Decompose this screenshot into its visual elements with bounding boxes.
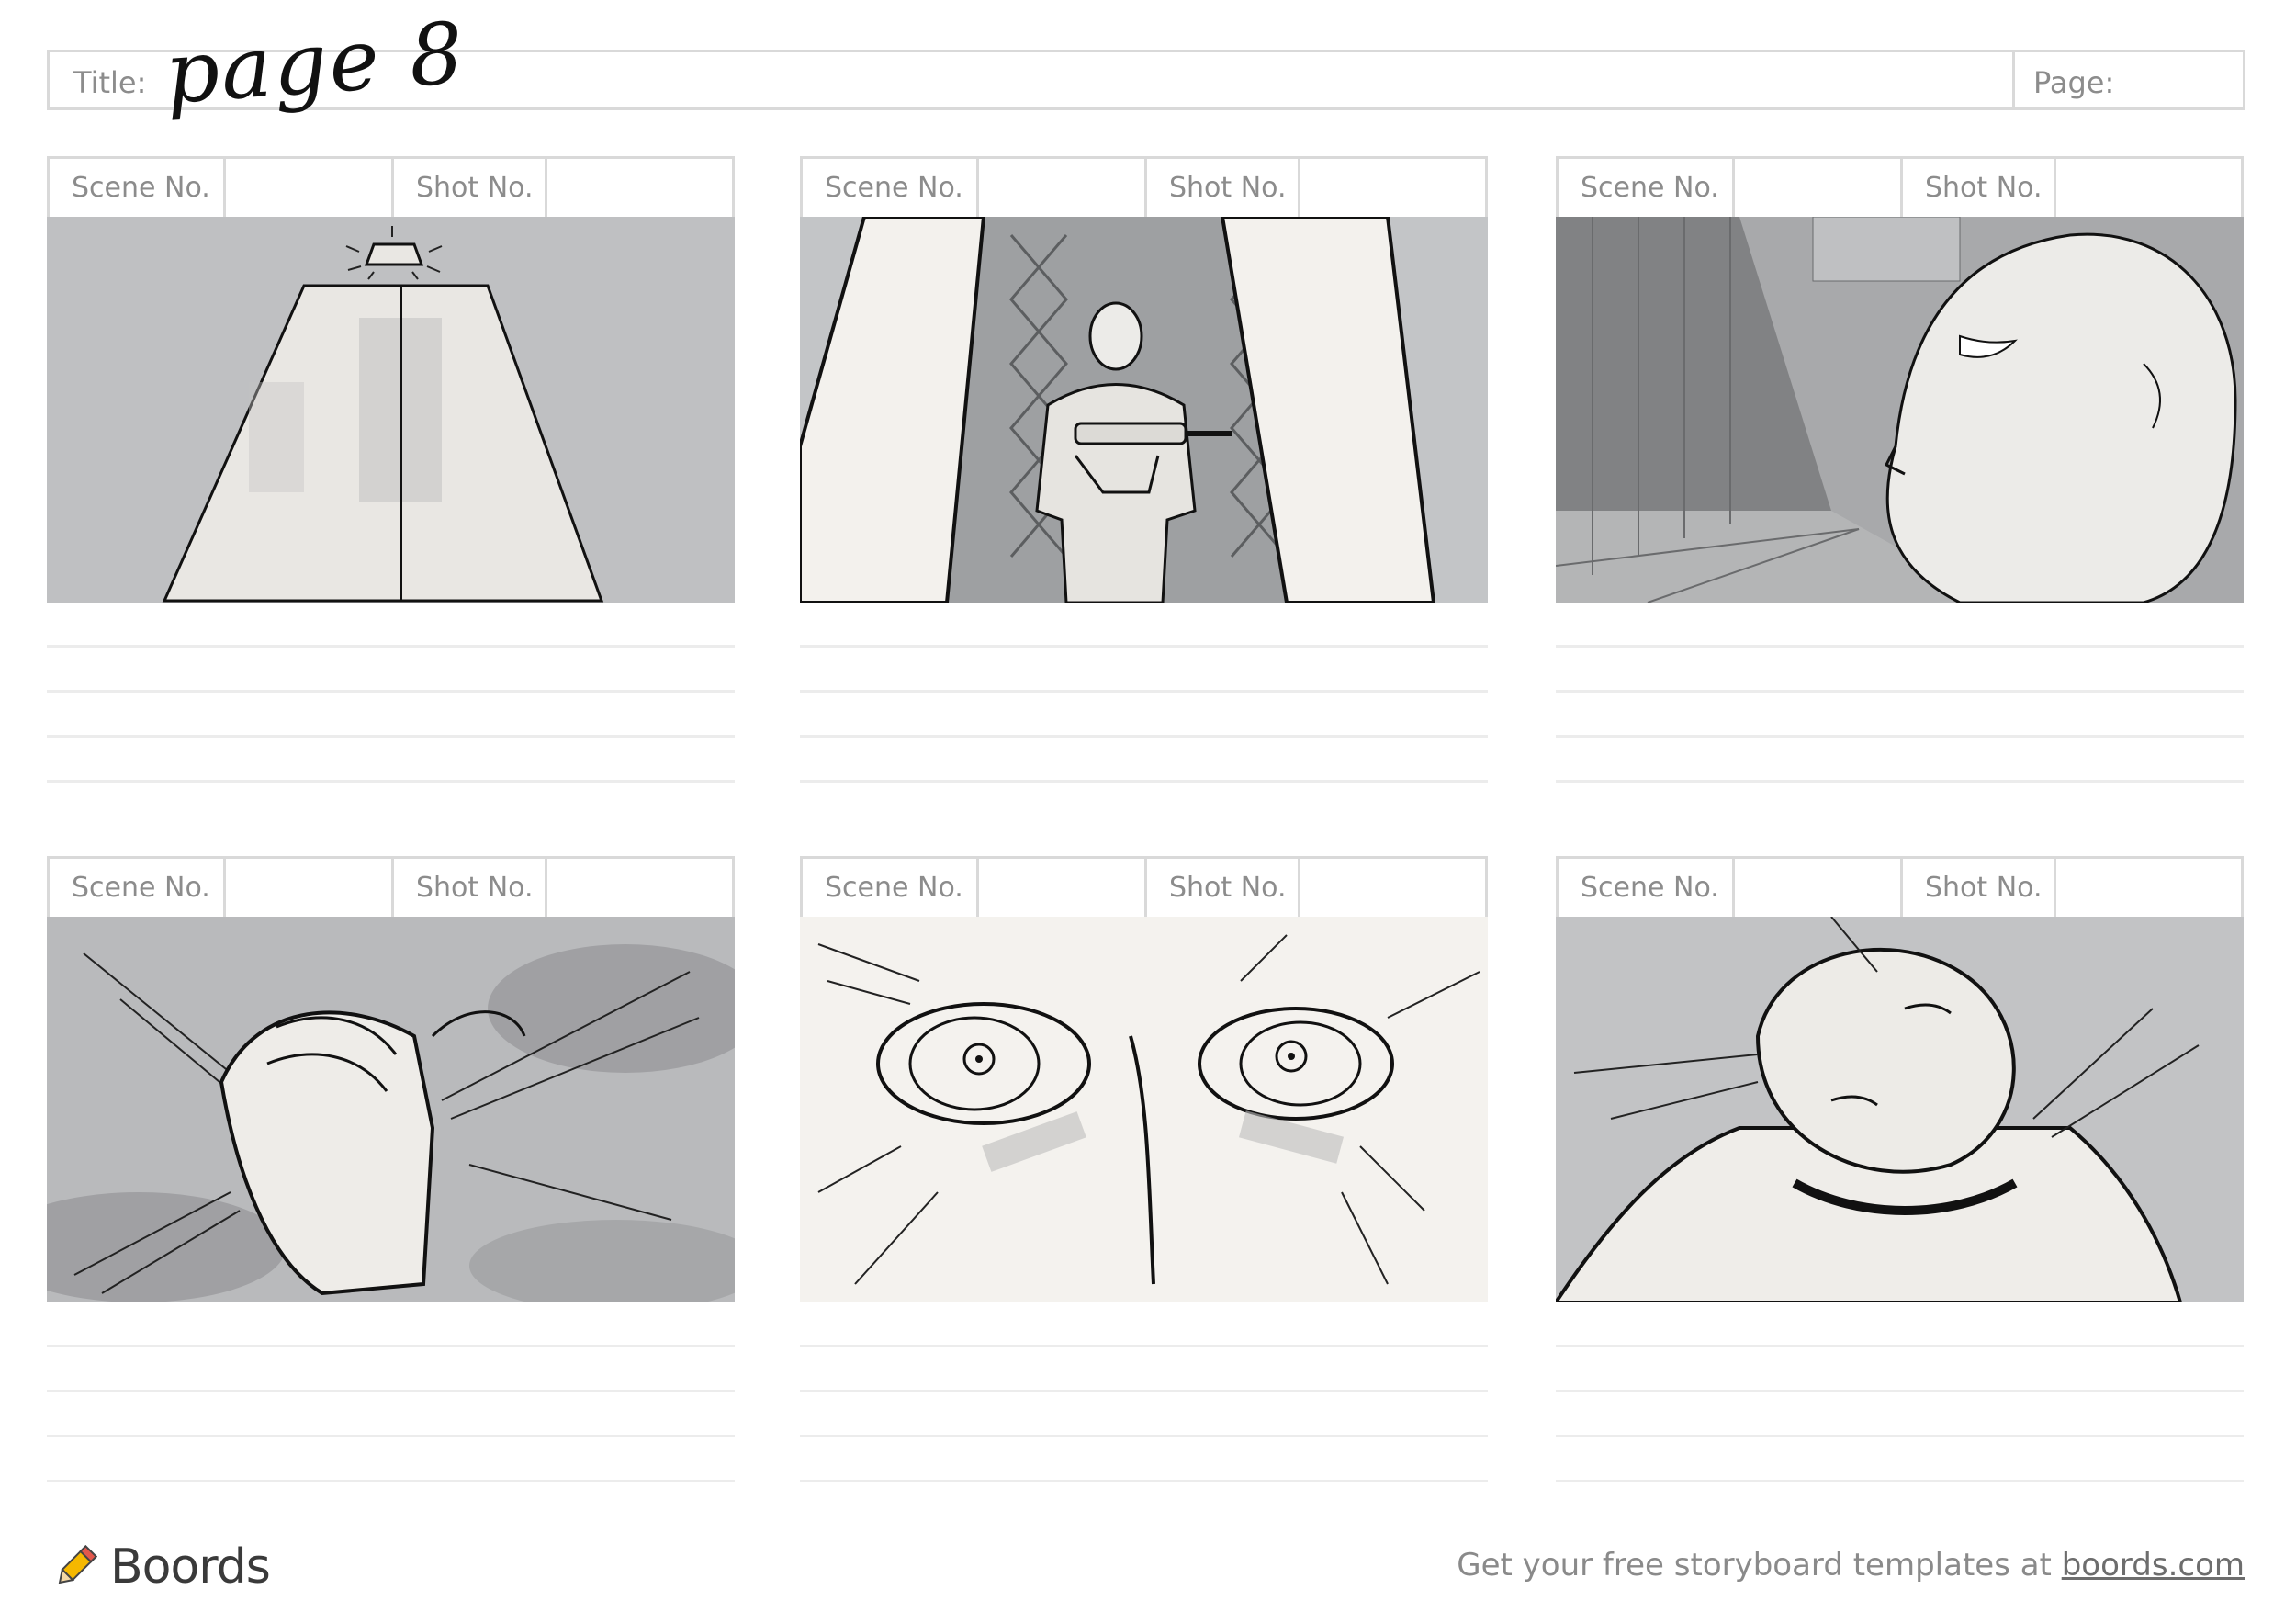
panel-header: Scene No. Shot No. (1556, 156, 2244, 217)
scene-label-cell: Scene No. (803, 159, 979, 217)
notes-lines[interactable] (800, 1345, 1488, 1482)
shot-label-cell: Shot No. (1903, 159, 2056, 217)
storyboard-panel-2: Scene No. Shot No. (800, 156, 1488, 783)
shot-label-cell: Shot No. (394, 159, 547, 217)
panel-header: Scene No. Shot No. (1556, 856, 2244, 917)
title-label: Title: (73, 65, 147, 100)
scene-label: Scene No. (825, 172, 963, 204)
shot-label: Shot No. (1169, 872, 1287, 904)
panel-header: Scene No. Shot No. (47, 156, 735, 217)
scene-label-cell: Scene No. (50, 159, 226, 217)
panel-header: Scene No. Shot No. (800, 156, 1488, 217)
shot-label: Shot No. (1925, 172, 2043, 204)
panel-header: Scene No. Shot No. (800, 856, 1488, 917)
shot-number-field[interactable] (2056, 859, 2241, 917)
shot-label-cell: Shot No. (1147, 859, 1300, 917)
notes-lines[interactable] (800, 645, 1488, 783)
scene-number-field[interactable] (1735, 859, 1903, 917)
scene-number-field[interactable] (979, 159, 1147, 217)
pencil-icon (58, 1544, 98, 1584)
scene-label-cell: Scene No. (1559, 159, 1735, 217)
notes-lines[interactable] (47, 645, 735, 783)
shot-number-field[interactable] (1300, 159, 1485, 217)
shot-number-field[interactable] (547, 159, 732, 217)
page-field[interactable]: Page: (2015, 52, 2243, 107)
scene-label-cell: Scene No. (50, 859, 226, 917)
title-bar: Title: page 8 Page: (47, 4, 2245, 123)
scene-number-field[interactable] (226, 159, 394, 217)
shot-number-field[interactable] (547, 859, 732, 917)
scene-label-cell: Scene No. (803, 859, 979, 917)
storyboard-panel-1: Scene No. Shot No. (47, 156, 735, 783)
shot-label-cell: Shot No. (1147, 159, 1300, 217)
scene-label: Scene No. (1581, 872, 1719, 904)
brand-name: Boords (110, 1539, 271, 1595)
panel-sketch-head-knocked-back (1556, 917, 2244, 1302)
notes-lines[interactable] (47, 1345, 735, 1482)
shot-label: Shot No. (416, 872, 534, 904)
scene-number-field[interactable] (1735, 159, 1903, 217)
boords-link[interactable]: boords.com (2062, 1547, 2245, 1584)
shot-label-cell: Shot No. (394, 859, 547, 917)
panel-sketch-locker-room-profile (1556, 217, 2244, 603)
panel-sketch-punch (47, 917, 735, 1302)
title-field[interactable]: Title: page 8 (50, 4, 2015, 123)
scene-label: Scene No. (825, 872, 963, 904)
page-label: Page: (2033, 65, 2115, 100)
footer-promo: Get your free storyboard templates at bo… (1457, 1547, 2245, 1584)
title-handwritten-value: page 8 (162, 4, 468, 123)
notes-lines[interactable] (1556, 1345, 2244, 1482)
shot-label: Shot No. (1169, 172, 1287, 204)
storyboard-panel-5: Scene No. Shot No. (800, 856, 1488, 1482)
scene-label: Scene No. (1581, 172, 1719, 204)
shot-label-cell: Shot No. (1903, 859, 2056, 917)
scene-label: Scene No. (72, 172, 210, 204)
scene-number-field[interactable] (979, 859, 1147, 917)
panel-sketch-armed-guard (800, 217, 1488, 603)
scene-label: Scene No. (72, 872, 210, 904)
storyboard-panel-4: Scene No. Shot No. (47, 856, 735, 1482)
shot-number-field[interactable] (2056, 159, 2241, 217)
panel-sketch-corridor-light (47, 217, 735, 603)
storyboard-panel-3: Scene No. Shot No. (1556, 156, 2244, 783)
panel-sketch-eyes-closeup (800, 917, 1488, 1302)
footer-tagline: Get your free storyboard templates at (1457, 1547, 2052, 1584)
storyboard-panel-6: Scene No. Shot No. (1556, 856, 2244, 1482)
shot-label: Shot No. (416, 172, 534, 204)
boords-logo[interactable]: Boords (50, 1539, 271, 1595)
scene-number-field[interactable] (226, 859, 394, 917)
notes-lines[interactable] (1556, 645, 2244, 783)
shot-label: Shot No. (1925, 872, 2043, 904)
shot-number-field[interactable] (1300, 859, 1485, 917)
panel-header: Scene No. Shot No. (47, 856, 735, 917)
scene-label-cell: Scene No. (1559, 859, 1735, 917)
